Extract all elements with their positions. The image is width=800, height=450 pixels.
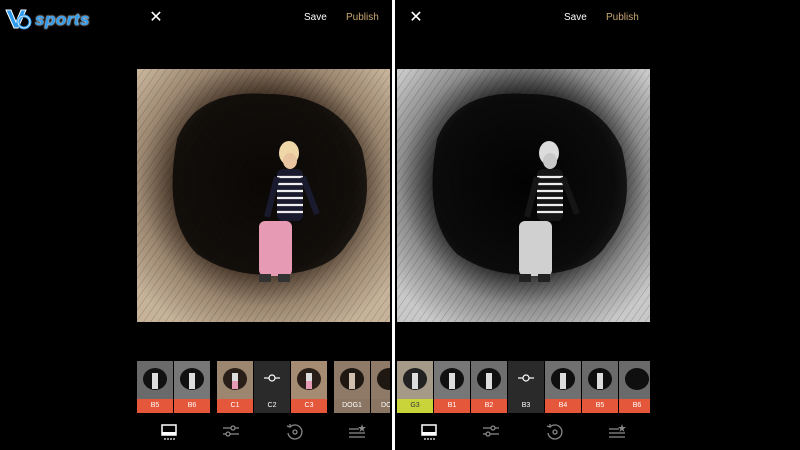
filter-b6[interactable]: B6 xyxy=(174,361,210,413)
filter-b2[interactable]: B2 xyxy=(471,361,507,413)
filter-thumbnail xyxy=(371,361,390,399)
bottom-toolbar xyxy=(397,420,650,450)
filter-thumbnail xyxy=(582,361,618,399)
filter-label: C3 xyxy=(291,399,327,413)
filter-label: C2 xyxy=(254,399,290,413)
filter-label: B5 xyxy=(137,399,173,413)
logo-text: sports xyxy=(35,10,90,29)
filter-label: B4 xyxy=(545,399,581,413)
filter-label: B6 xyxy=(174,399,210,413)
publish-button[interactable]: Publish xyxy=(346,12,379,23)
filter-thumbnail xyxy=(137,361,173,399)
filter-thumbnail xyxy=(471,361,507,399)
filter-b4[interactable]: B4 xyxy=(545,361,581,413)
filter-label: B6 xyxy=(619,399,650,413)
filter-dog2[interactable]: DOG xyxy=(371,361,390,413)
filter-c2[interactable]: C2 xyxy=(254,361,290,413)
filter-thumbnail xyxy=(291,361,327,399)
filter-presets-icon[interactable] xyxy=(419,422,439,442)
editor-screen-color: ✕ Save Publish B5 B6 C1 C2 C3 DOG1 DO xyxy=(137,0,390,450)
filter-thumbnail xyxy=(334,361,370,399)
top-bar: ✕ Save Publish xyxy=(397,0,650,38)
save-button[interactable]: Save xyxy=(564,12,587,23)
filter-presets-icon[interactable] xyxy=(159,422,179,442)
filter-thumbnail xyxy=(545,361,581,399)
photo-preview-bw xyxy=(397,69,650,322)
filter-thumbnail xyxy=(397,361,433,399)
filter-b3[interactable]: B3 xyxy=(508,361,544,413)
filter-strip[interactable]: B5 B6 C1 C2 C3 DOG1 DOG xyxy=(137,361,390,413)
filter-dog1[interactable]: DOG1 xyxy=(334,361,370,413)
vsports-logo: sports xyxy=(4,6,90,34)
close-button[interactable]: ✕ xyxy=(409,10,423,26)
editor-screen-bw: ✕ Save Publish G3 B1 B2 B3 B4 B5 B6 xyxy=(397,0,650,450)
filter-strength-slider-icon xyxy=(264,374,280,382)
publish-button[interactable]: Publish xyxy=(606,12,639,23)
adjust-sliders-icon[interactable] xyxy=(481,422,501,442)
top-bar: ✕ Save Publish xyxy=(137,0,390,38)
filter-thumbnail xyxy=(619,361,650,399)
filter-strength-slider-icon xyxy=(518,374,534,382)
filter-thumbnail xyxy=(174,361,210,399)
filter-b1[interactable]: B1 xyxy=(434,361,470,413)
filter-label: DOG1 xyxy=(334,399,370,413)
filter-thumbnail xyxy=(217,361,253,399)
close-button[interactable]: ✕ xyxy=(149,10,163,26)
history-revert-icon[interactable] xyxy=(285,422,305,442)
filter-label: DOG xyxy=(371,399,390,413)
filter-b6[interactable]: B6 xyxy=(619,361,650,413)
logo-mark-icon xyxy=(5,9,32,30)
filter-b5[interactable]: B5 xyxy=(582,361,618,413)
filter-label: C1 xyxy=(217,399,253,413)
filter-label: G3 xyxy=(397,399,433,413)
split-divider xyxy=(392,0,395,450)
bottom-toolbar xyxy=(137,420,390,450)
filter-c3[interactable]: C3 xyxy=(291,361,327,413)
filter-c1[interactable]: C1 xyxy=(217,361,253,413)
filter-strip[interactable]: G3 B1 B2 B3 B4 B5 B6 xyxy=(397,361,650,413)
recipes-icon[interactable] xyxy=(347,422,367,442)
photo-preview-color xyxy=(137,69,390,322)
adjust-sliders-icon[interactable] xyxy=(221,422,241,442)
filter-label: B5 xyxy=(582,399,618,413)
filter-b5[interactable]: B5 xyxy=(137,361,173,413)
filter-g3[interactable]: G3 xyxy=(397,361,433,413)
recipes-icon[interactable] xyxy=(607,422,627,442)
filter-label: B2 xyxy=(471,399,507,413)
history-revert-icon[interactable] xyxy=(545,422,565,442)
filter-thumbnail xyxy=(434,361,470,399)
save-button[interactable]: Save xyxy=(304,12,327,23)
filter-label: B1 xyxy=(434,399,470,413)
filter-label: B3 xyxy=(508,399,544,413)
